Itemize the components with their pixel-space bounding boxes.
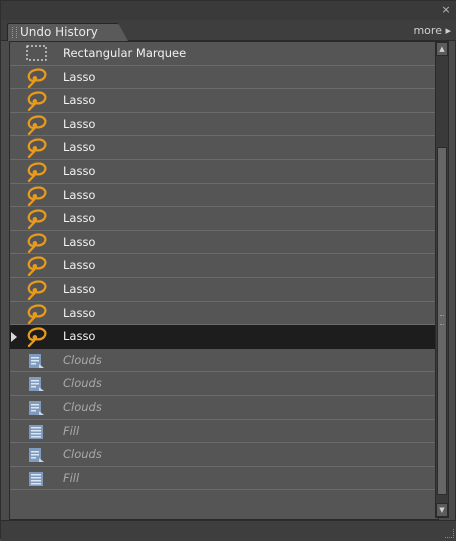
lasso-icon <box>24 208 50 230</box>
history-item-label: Clouds <box>63 352 102 367</box>
history-item[interactable]: Lasso <box>10 160 438 184</box>
history-item-current[interactable]: Lasso <box>10 325 438 349</box>
history-item-label: Lasso <box>63 234 96 249</box>
history-item-label: Lasso <box>63 93 96 108</box>
undo-history-panel: × Undo History more ▸ Rectangular Marque… <box>0 0 456 541</box>
history-item[interactable]: Lasso <box>10 207 438 231</box>
lasso-icon <box>24 137 50 159</box>
tab-undo-history[interactable]: Undo History <box>7 23 128 41</box>
lasso-icon <box>24 326 50 348</box>
history-item-label: Lasso <box>63 187 96 202</box>
lasso-icon <box>24 279 50 301</box>
history-item[interactable]: Rectangular Marquee <box>10 42 438 66</box>
history-item-label: Lasso <box>63 258 96 273</box>
history-item-label: Lasso <box>63 211 96 226</box>
history-item[interactable]: Lasso <box>10 254 438 278</box>
current-state-arrow-icon[interactable] <box>11 332 17 343</box>
more-label: more <box>413 24 442 37</box>
history-item-label: Lasso <box>63 163 96 178</box>
lasso-icon <box>24 255 50 277</box>
history-item[interactable]: Clouds <box>10 443 438 467</box>
more-menu-button[interactable]: more ▸ <box>413 23 451 39</box>
history-item-label: Lasso <box>63 140 96 155</box>
history-item-label: Lasso <box>63 116 96 131</box>
lasso-icon <box>24 185 50 206</box>
history-item-label: Clouds <box>63 399 102 414</box>
lasso-icon <box>24 114 50 135</box>
history-item[interactable]: Lasso <box>10 66 438 90</box>
lasso-icon <box>24 232 50 253</box>
filter-icon <box>24 373 50 394</box>
history-item[interactable]: Lasso <box>10 231 438 255</box>
history-item-label: Lasso <box>63 281 96 296</box>
filter-icon <box>24 444 50 465</box>
panel-footer <box>1 520 456 541</box>
history-item[interactable]: Clouds <box>10 372 438 396</box>
lasso-icon <box>24 67 50 88</box>
marquee-icon <box>24 43 50 64</box>
history-item-label: Lasso <box>63 329 96 344</box>
more-arrow-icon: ▸ <box>445 24 451 37</box>
lasso-icon <box>24 90 50 112</box>
history-item-label: Clouds <box>63 447 102 462</box>
history-item-label: Fill <box>63 423 80 438</box>
history-item[interactable]: Clouds <box>10 349 438 373</box>
history-item[interactable]: Lasso <box>10 278 438 302</box>
history-item-label: Lasso <box>63 305 96 320</box>
history-item[interactable]: Fill <box>10 467 438 491</box>
scroll-down-button[interactable]: ▼ <box>436 503 448 517</box>
resize-grip-icon[interactable] <box>445 529 454 538</box>
history-item[interactable]: Clouds <box>10 396 438 420</box>
history-item-label: Lasso <box>63 69 96 84</box>
history-item[interactable]: Lasso <box>10 184 438 208</box>
history-item-label: Clouds <box>63 376 102 391</box>
lasso-icon <box>24 303 50 324</box>
history-item[interactable]: Fill <box>10 420 438 444</box>
tab-label: Undo History <box>20 25 98 39</box>
history-item[interactable]: Lasso <box>10 136 438 160</box>
scroll-up-button[interactable]: ▲ <box>436 42 448 56</box>
history-item-label: Fill <box>63 470 80 485</box>
fill-icon <box>24 468 50 489</box>
panel-title-bar: × <box>1 1 456 20</box>
history-item-label: Rectangular Marquee <box>63 46 187 60</box>
fill-icon <box>24 421 50 442</box>
tab-row: Undo History more ▸ <box>1 20 456 41</box>
filter-icon <box>24 350 50 371</box>
history-item[interactable]: Lasso <box>10 302 438 326</box>
scroll-thumb[interactable] <box>437 147 447 495</box>
history-list[interactable]: Rectangular Marquee Lasso Lasso Lasso Lasso L… <box>9 41 439 520</box>
scroll-thumb-grip-icon <box>440 315 444 325</box>
tab-grip-icon[interactable] <box>12 27 17 38</box>
history-item[interactable]: Lasso <box>10 89 438 113</box>
lasso-icon <box>24 161 50 183</box>
close-icon[interactable]: × <box>439 3 453 17</box>
filter-icon <box>24 397 50 418</box>
vertical-scrollbar[interactable]: ▲ ▼ <box>435 41 449 518</box>
history-item[interactable]: Lasso <box>10 113 438 137</box>
